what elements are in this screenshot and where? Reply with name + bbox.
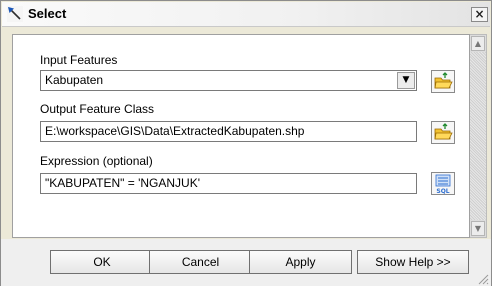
output-feature-class-input[interactable]: E:\workspace\GIS\Data\ExtractedKabupaten… bbox=[40, 121, 417, 142]
dialog-title: Select bbox=[28, 6, 67, 21]
select-dialog-window: Select × ▲ ▼ Input Features Kabupaten ▼ … bbox=[0, 0, 492, 286]
close-icon: × bbox=[474, 7, 485, 21]
select-tool-icon bbox=[7, 6, 23, 22]
title-bar[interactable]: Select × bbox=[2, 2, 490, 27]
expression-input[interactable]: "KABUPATEN" = 'NGANJUK' bbox=[40, 173, 417, 194]
expression-value: "KABUPATEN" = 'NGANJUK' bbox=[45, 176, 201, 190]
input-features-select[interactable]: Kabupaten bbox=[40, 70, 417, 91]
chevron-down-icon[interactable]: ▼ bbox=[397, 72, 415, 89]
output-feature-class-value: E:\workspace\GIS\Data\ExtractedKabupaten… bbox=[45, 124, 305, 138]
vertical-scrollbar[interactable]: ▲ ▼ bbox=[470, 34, 487, 238]
expression-label: Expression (optional) bbox=[40, 154, 153, 168]
input-features-value: Kabupaten bbox=[45, 73, 104, 87]
apply-button[interactable]: Apply bbox=[249, 250, 352, 274]
cancel-button[interactable]: Cancel bbox=[149, 250, 252, 274]
output-feature-class-label: Output Feature Class bbox=[40, 102, 155, 116]
scroll-down-arrow-icon[interactable]: ▼ bbox=[471, 221, 485, 236]
folder-open-icon[interactable] bbox=[431, 70, 455, 93]
ok-button[interactable]: OK bbox=[50, 250, 154, 274]
sql-label: SQL bbox=[436, 188, 449, 195]
folder-open-icon[interactable] bbox=[431, 121, 455, 144]
resize-grip-icon[interactable] bbox=[477, 273, 489, 285]
close-button[interactable]: × bbox=[471, 7, 488, 22]
scroll-up-arrow-icon[interactable]: ▲ bbox=[471, 36, 485, 51]
show-help-button[interactable]: Show Help >> bbox=[357, 250, 469, 274]
scrollbar-track[interactable] bbox=[470, 52, 486, 220]
sql-query-icon[interactable]: SQL bbox=[431, 172, 455, 195]
input-features-label: Input Features bbox=[40, 53, 118, 67]
